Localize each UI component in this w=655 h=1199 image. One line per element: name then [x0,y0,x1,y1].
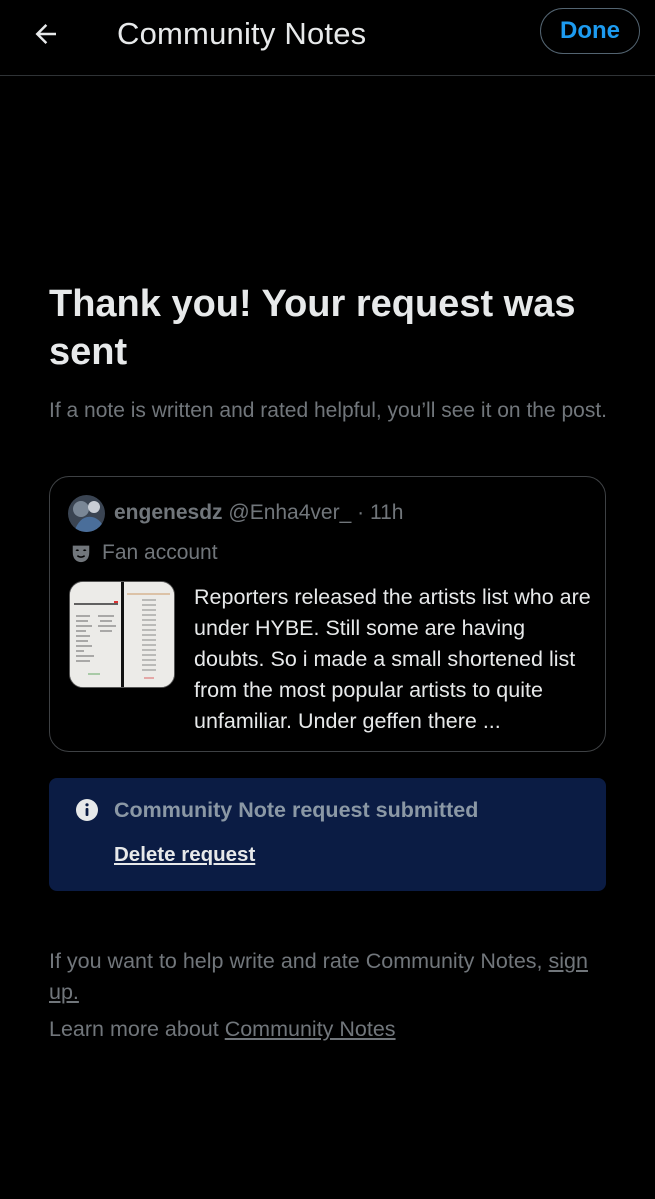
learn-more-text: Learn more about Community Notes [49,1014,609,1045]
page-title: Community Notes [117,16,367,51]
meta-separator: · [357,501,365,524]
back-button[interactable] [24,12,68,56]
notice-text: Community Note request submitted [114,798,479,822]
mask-icon [72,545,90,563]
post-preview-card[interactable]: engenesdz @Enha4ver_ · 11h Fan account R… [49,476,606,752]
author-name[interactable]: engenesdz [114,501,223,524]
author-handle: @Enha4ver_ [228,501,352,524]
community-notes-link[interactable]: Community Notes [225,1017,396,1041]
done-button[interactable]: Done [540,8,640,54]
request-submitted-notice: Community Note request submitted Delete … [49,778,606,891]
confirmation-subtitle: If a note is written and rated helpful, … [49,399,607,422]
post-time: 11h [369,501,404,524]
learn-more-label: Learn more about [49,1017,225,1041]
help-write-text: If you want to help write and rate Commu… [49,946,609,1008]
back-arrow-icon [35,24,56,44]
post-meta: engenesdz @Enha4ver_ · 11h [114,499,403,527]
info-icon [76,799,98,821]
top-bar: Community Notes Done [0,0,655,76]
help-write-label: If you want to help write and rate Commu… [49,949,549,973]
post-text: Reporters released the artists list who … [194,585,591,733]
fan-account-text: Fan account [102,541,218,564]
delete-request-link[interactable]: Delete request [114,841,255,869]
confirmation-title: Thank you! Your request was sent [49,283,576,373]
fan-account-label: Fan account [70,539,218,567]
post-image-thumbnail[interactable] [69,581,175,688]
avatar [68,495,105,532]
